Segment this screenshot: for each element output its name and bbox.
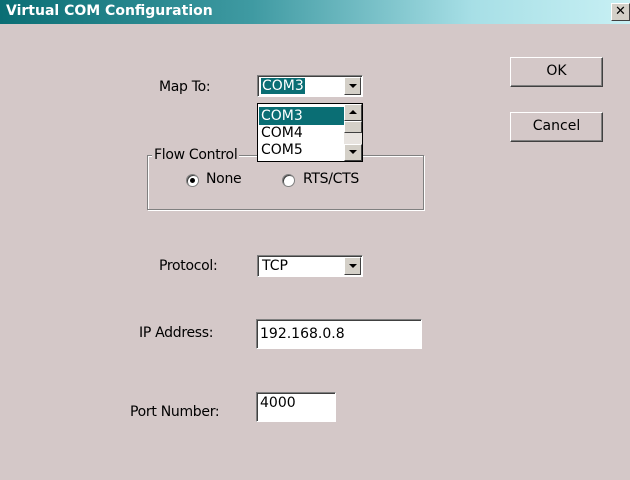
protocol-label: Protocol: xyxy=(159,258,218,274)
dropdown-option-com3[interactable]: COM3 xyxy=(259,107,344,125)
map-to-dropdown-list[interactable]: COM3 COM4 COM5 xyxy=(257,103,363,162)
map-to-selected-value: COM3 xyxy=(260,77,306,95)
dropdown-scrollbar[interactable] xyxy=(344,104,362,161)
chevron-up-icon xyxy=(349,110,357,114)
map-to-dropdown-button[interactable] xyxy=(344,77,361,95)
dialog-window: Virtual COM Configuration ✕ OK Cancel Ma… xyxy=(0,0,630,480)
flow-control-group: Flow Control None RTS/CTS xyxy=(147,147,424,210)
port-number-field[interactable]: 4000 xyxy=(256,392,336,422)
dropdown-option-com4[interactable]: COM4 xyxy=(259,124,344,142)
scroll-thumb[interactable] xyxy=(344,121,362,133)
ip-address-label: IP Address: xyxy=(139,325,214,341)
flow-rtscts-label[interactable]: RTS/CTS xyxy=(303,171,359,187)
radio-selected-dot xyxy=(190,178,195,183)
scroll-up-button[interactable] xyxy=(344,104,362,121)
title-bar[interactable]: Virtual COM Configuration ✕ xyxy=(0,0,630,24)
protocol-selected-value: TCP xyxy=(262,258,288,274)
flow-rtscts-radio[interactable] xyxy=(282,174,295,187)
window-title: Virtual COM Configuration xyxy=(6,3,213,19)
chevron-down-icon xyxy=(349,150,357,154)
port-number-label: Port Number: xyxy=(130,404,220,420)
protocol-combobox[interactable]: TCP xyxy=(257,255,363,277)
close-icon: ✕ xyxy=(615,4,626,19)
flow-none-radio[interactable] xyxy=(186,174,199,187)
ok-button[interactable]: OK xyxy=(510,57,603,87)
protocol-dropdown-button[interactable] xyxy=(344,257,361,275)
map-to-combobox[interactable]: COM3 xyxy=(257,75,363,97)
close-button[interactable]: ✕ xyxy=(611,3,630,21)
map-to-label: Map To: xyxy=(159,79,211,95)
flow-none-label[interactable]: None xyxy=(206,171,242,187)
ip-address-field[interactable]: 192.168.0.8 xyxy=(256,319,422,349)
dropdown-option-com5[interactable]: COM5 xyxy=(259,141,344,159)
chevron-down-icon xyxy=(349,264,357,268)
cancel-button[interactable]: Cancel xyxy=(510,112,603,142)
scroll-down-button[interactable] xyxy=(344,144,362,161)
chevron-down-icon xyxy=(349,84,357,88)
flow-control-legend: Flow Control xyxy=(152,147,240,163)
